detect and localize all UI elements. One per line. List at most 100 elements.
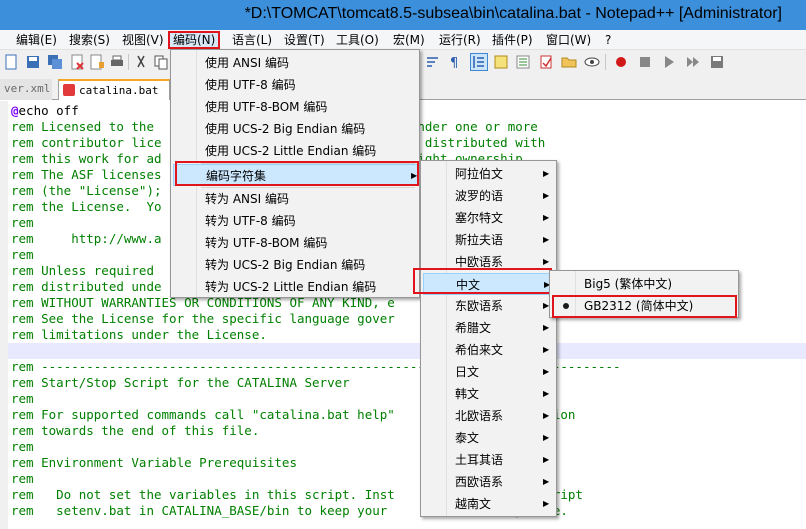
record-macro-icon[interactable] — [612, 53, 630, 71]
code-line: @echo off — [11, 103, 79, 118]
menu-item-convert-ucs2-be[interactable]: 转为 UCS-2 Big Endian 编码 — [173, 254, 418, 276]
menu-item-use-utf8-bom[interactable]: 使用 UTF-8-BOM 编码 — [173, 96, 418, 118]
submenu-arrow-icon: ▶ — [543, 411, 550, 420]
menu-macro[interactable]: 宏(M) — [391, 31, 427, 49]
menu-edit[interactable]: 编辑(E) — [14, 31, 59, 49]
menu-item-label: 韩文 — [455, 387, 480, 401]
menu-item-label: 日文 — [455, 365, 480, 379]
menu-run[interactable]: 运行(R) — [437, 31, 483, 49]
code-line: rem Unless required — [11, 263, 154, 278]
monitoring-icon[interactable] — [537, 53, 555, 71]
menu-window[interactable]: 窗口(W) — [544, 31, 593, 49]
menu-item-charset[interactable]: 希伯来文 ▶ — [423, 339, 555, 361]
window-title: *D:\TOMCAT\tomcat8.5-subsea\bin\catalina… — [244, 5, 782, 22]
menu-item-label: 中欧语系 — [455, 255, 504, 269]
menu-item-use-ucs2-le[interactable]: 使用 UCS-2 Little Endian 编码 — [173, 140, 418, 162]
menu-item-label: 越南文 — [455, 497, 492, 511]
chinese-menu: Big5 (繁体中文) GB2312 (简体中文) — [549, 270, 739, 318]
eye-icon[interactable] — [583, 53, 601, 71]
menu-tools[interactable]: 工具(O) — [334, 31, 381, 49]
menu-item-charset[interactable]: 波罗的语 ▶ — [423, 185, 555, 207]
menu-item-convert-ansi[interactable]: 转为 ANSI 编码 — [173, 188, 418, 210]
title-bar: *D:\TOMCAT\tomcat8.5-subsea\bin\catalina… — [0, 0, 806, 30]
menu-item-charset[interactable]: 日文 ▶ — [423, 361, 555, 383]
function-list-icon[interactable] — [514, 53, 532, 71]
code-line: rem towards the end of this file. — [11, 423, 260, 438]
indent-guide-icon[interactable] — [470, 53, 488, 71]
menu-item-use-utf8[interactable]: 使用 UTF-8 编码 — [173, 74, 418, 96]
submenu-arrow-icon: ▶ — [543, 169, 550, 178]
menu-item-charset[interactable]: 泰文 ▶ — [423, 427, 555, 449]
menu-item-label: 使用 ANSI 编码 — [205, 56, 289, 70]
save-all-icon[interactable] — [46, 53, 64, 71]
folder-workspace-icon[interactable] — [560, 53, 578, 71]
menu-item-charset[interactable]: 斯拉夫语 ▶ — [423, 229, 555, 251]
menu-settings[interactable]: 设置(T) — [282, 31, 327, 49]
menu-item-charset[interactable]: 阿拉伯文 ▶ — [423, 163, 555, 185]
play-macro-icon[interactable] — [660, 53, 678, 71]
menu-item-charset[interactable]: 越南文 ▶ — [423, 493, 555, 515]
submenu-arrow-icon: ▶ — [543, 499, 550, 508]
current-line-highlight — [8, 343, 806, 359]
menu-item-charset[interactable]: 塞尔特文 ▶ — [423, 207, 555, 229]
submenu-arrow-icon: ▶ — [543, 345, 550, 354]
save-macro-icon[interactable] — [708, 53, 726, 71]
code-line: rem distributed unde — [11, 279, 162, 294]
menu-item-label: 使用 UCS-2 Little Endian 编码 — [205, 144, 377, 158]
menu-item-character-sets[interactable]: 编码字符集 ▶ — [173, 164, 418, 186]
tab-server-xml[interactable]: ver.xml — [0, 79, 52, 100]
close-file-icon[interactable] — [68, 53, 86, 71]
run-macro-multiple-icon[interactable] — [684, 53, 702, 71]
menu-language[interactable]: 语言(L) — [230, 31, 274, 49]
menu-item-charset[interactable]: 西欧语系 ▶ — [423, 471, 555, 493]
menu-item-convert-utf8-bom[interactable]: 转为 UTF-8-BOM 编码 — [173, 232, 418, 254]
show-all-chars-icon[interactable]: ¶ — [446, 53, 464, 71]
menu-item-label: 转为 UTF-8-BOM 编码 — [205, 236, 328, 250]
menu-item-convert-ucs2-le[interactable]: 转为 UCS-2 Little Endian 编码 — [173, 276, 418, 298]
wrap-icon[interactable] — [424, 53, 442, 71]
toolbar-separator — [128, 54, 129, 70]
menu-item-label: 希腊文 — [455, 321, 492, 335]
fold-margin — [0, 101, 8, 529]
save-icon[interactable] — [24, 53, 42, 71]
tab-catalina-bat[interactable]: catalina.bat — [58, 79, 170, 100]
menu-item-charset[interactable]: 土耳其语 ▶ — [423, 449, 555, 471]
menu-item-charset[interactable]: 东欧语系 ▶ — [423, 295, 555, 317]
menu-item-charset[interactable]: 韩文 ▶ — [423, 383, 555, 405]
menu-item-charset[interactable]: 中欧语系 ▶ — [423, 251, 555, 273]
copy-icon[interactable] — [152, 53, 170, 71]
menu-item-label: 使用 UTF-8-BOM 编码 — [205, 100, 328, 114]
new-file-icon[interactable] — [2, 53, 20, 71]
code-line: rem — [11, 391, 34, 406]
toolbar-separator — [605, 54, 606, 70]
menu-item-gb2312[interactable]: GB2312 (简体中文) — [552, 295, 737, 317]
menu-item-charset[interactable]: 希腊文 ▶ — [423, 317, 555, 339]
radio-checked-icon — [563, 303, 569, 309]
encoding-menu: 使用 ANSI 编码 使用 UTF-8 编码 使用 UTF-8-BOM 编码 使… — [170, 49, 420, 298]
menu-item-big5[interactable]: Big5 (繁体中文) — [552, 273, 737, 295]
menu-plugins[interactable]: 插件(P) — [490, 31, 535, 49]
print-icon[interactable] — [108, 53, 126, 71]
menu-item-convert-utf8[interactable]: 转为 UTF-8 编码 — [173, 210, 418, 232]
cut-icon[interactable] — [132, 53, 150, 71]
menu-item-use-ucs2-be[interactable]: 使用 UCS-2 Big Endian 编码 — [173, 118, 418, 140]
menu-item-charset[interactable]: 北欧语系 ▶ — [423, 405, 555, 427]
code-line: rem — [11, 439, 34, 454]
doc-map-icon[interactable] — [492, 53, 510, 71]
close-all-icon[interactable] — [88, 53, 106, 71]
menu-view[interactable]: 视图(V) — [120, 31, 166, 49]
menu-item-label: 转为 UCS-2 Little Endian 编码 — [205, 280, 377, 294]
stop-macro-icon[interactable] — [636, 53, 654, 71]
menu-item-label: 东欧语系 — [455, 299, 504, 313]
menu-help[interactable]: ? — [603, 31, 613, 49]
menu-item-charset[interactable]: 中文 ▶ — [423, 273, 555, 295]
code-line: rem — [11, 215, 34, 230]
menu-search[interactable]: 搜索(S) — [67, 31, 112, 49]
menu-item-label: 塞尔特文 — [455, 211, 504, 225]
menu-item-use-ansi[interactable]: 使用 ANSI 编码 — [173, 52, 418, 74]
menu-encoding[interactable]: 编码(N) — [168, 31, 221, 49]
submenu-arrow-icon: ▶ — [543, 235, 550, 244]
submenu-arrow-icon: ▶ — [543, 455, 550, 464]
submenu-arrow-icon: ▶ — [543, 389, 550, 398]
submenu-arrow-icon: ▶ — [543, 433, 550, 442]
